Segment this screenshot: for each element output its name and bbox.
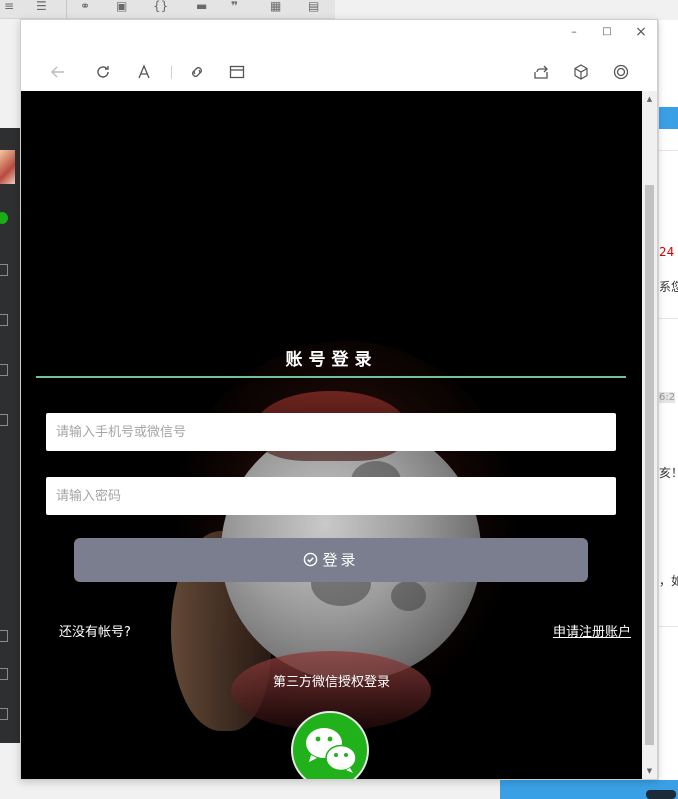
settings-icon[interactable] bbox=[0, 414, 8, 426]
window-icon[interactable] bbox=[227, 62, 247, 82]
background-button[interactable] bbox=[646, 790, 676, 799]
no-account-label: 还没有帐号? bbox=[59, 625, 131, 640]
maximize-button[interactable]: □ bbox=[599, 24, 615, 40]
document-icon[interactable]: ▤ bbox=[308, 0, 319, 14]
phone-icon[interactable] bbox=[0, 668, 8, 680]
link-icon[interactable]: ⚭ bbox=[80, 0, 90, 14]
phone-input[interactable] bbox=[46, 413, 616, 451]
password-input[interactable] bbox=[46, 477, 616, 515]
background-chat-panel: 24 系您 6:2 亥！ ，如 bbox=[658, 20, 678, 799]
share-icon[interactable] bbox=[531, 62, 551, 82]
toolbar-divider bbox=[171, 66, 172, 79]
image-icon[interactable]: ▣ bbox=[116, 0, 127, 14]
browser-toolbar bbox=[21, 50, 657, 92]
code-icon[interactable]: {} bbox=[153, 0, 168, 14]
checklist-icon[interactable]: ☰ bbox=[36, 0, 47, 14]
register-link[interactable]: 申请注册账户 bbox=[553, 621, 631, 640]
browser-window: – □ × 账号登录 请输入手机号或微信号 登录 还没有帐号? 申请注册账户 第… bbox=[20, 19, 658, 780]
background-text: 24 bbox=[659, 245, 675, 259]
avatar[interactable] bbox=[0, 150, 15, 184]
wechat-login-button[interactable] bbox=[291, 711, 369, 779]
scroll-up-arrow-icon[interactable]: ▲ bbox=[642, 91, 657, 107]
menu-icon[interactable] bbox=[0, 708, 8, 720]
moon-crater bbox=[391, 581, 426, 611]
background-banner bbox=[659, 107, 678, 129]
table-icon[interactable]: ▦ bbox=[270, 0, 281, 14]
cube-icon[interactable] bbox=[571, 62, 591, 82]
login-button-label: 登录 bbox=[322, 551, 359, 569]
background-sidebar bbox=[0, 128, 20, 743]
ordered-list-icon[interactable]: ≡ bbox=[4, 0, 14, 14]
title-bar: – □ × bbox=[21, 20, 657, 46]
wechat-icon bbox=[306, 728, 357, 773]
scrollbar-thumb[interactable] bbox=[645, 185, 654, 745]
scroll-down-arrow-icon[interactable]: ▼ bbox=[642, 763, 657, 779]
back-arrow-icon[interactable] bbox=[48, 62, 68, 82]
online-status-dot bbox=[0, 212, 8, 224]
background-text: 亥！ bbox=[659, 466, 678, 480]
background-text: ，如 bbox=[659, 574, 678, 588]
divider bbox=[659, 318, 678, 319]
font-icon[interactable] bbox=[134, 62, 154, 82]
background-timestamp: 6:2 bbox=[659, 392, 676, 403]
link-icon[interactable] bbox=[187, 62, 207, 82]
calendar-icon[interactable] bbox=[0, 364, 8, 376]
cube-icon[interactable] bbox=[0, 314, 8, 326]
minimize-button[interactable]: – bbox=[566, 24, 582, 40]
login-page: 账号登录 登录 还没有帐号? 申请注册账户 第三方微信授权登录 bbox=[21, 91, 642, 779]
page-title: 账号登录 bbox=[285, 350, 378, 370]
close-button[interactable]: × bbox=[633, 24, 649, 40]
divider bbox=[659, 150, 678, 151]
background-text: 系您 bbox=[659, 280, 678, 294]
help-icon[interactable] bbox=[0, 630, 8, 642]
quote-icon[interactable]: ❞ bbox=[231, 0, 238, 14]
toolbar-divider bbox=[66, 0, 67, 18]
horizontal-rule-icon[interactable]: ▬ bbox=[196, 0, 207, 14]
editor-toolbar: ≡ ☰ ⚭ ▣ {} ▬ ❞ ▦ ▤ bbox=[0, 0, 335, 19]
background-footer-bar bbox=[500, 780, 678, 799]
scrollbar[interactable]: ▲ ▼ bbox=[642, 91, 657, 779]
login-button[interactable]: 登录 bbox=[74, 538, 588, 582]
contacts-icon[interactable] bbox=[0, 264, 8, 276]
target-icon[interactable] bbox=[611, 62, 631, 82]
refresh-icon[interactable] bbox=[93, 62, 113, 82]
title-underline bbox=[36, 376, 626, 378]
divider bbox=[659, 626, 678, 627]
third-party-login-label: 第三方微信授权登录 bbox=[272, 675, 390, 690]
check-circle-icon bbox=[304, 552, 318, 567]
